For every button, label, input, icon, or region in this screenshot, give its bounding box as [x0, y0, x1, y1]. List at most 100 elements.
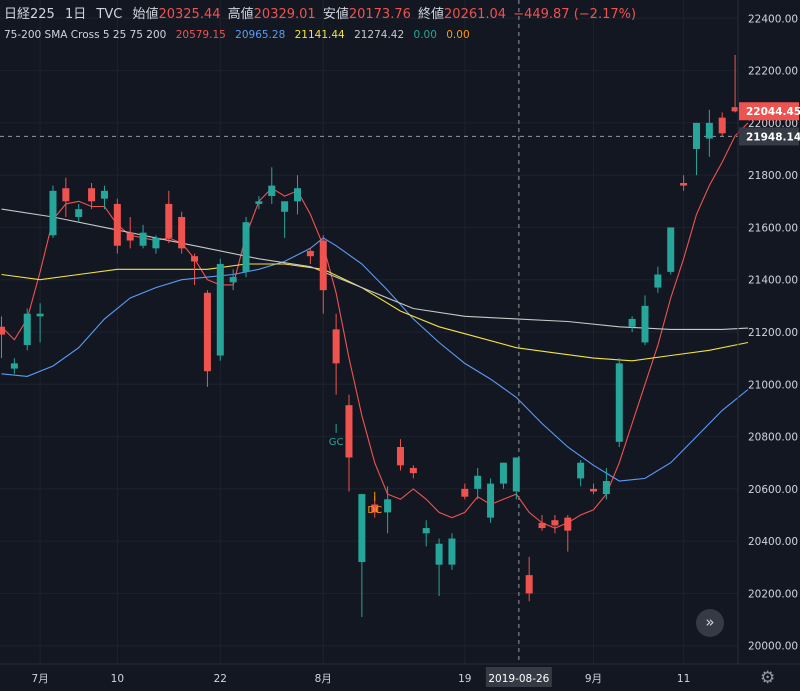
candle	[62, 177, 70, 217]
candle-body	[36, 313, 44, 317]
candle-body	[165, 203, 173, 238]
interval-label[interactable]: 1日	[65, 7, 86, 22]
candle	[152, 235, 160, 254]
time-axis: 7月 10 22 8月 19 9月 11 2019-08-26	[0, 663, 800, 687]
candle	[49, 185, 57, 238]
candle	[229, 269, 237, 291]
candle-body	[178, 216, 186, 249]
price-tick-label: 21600.00	[748, 222, 798, 234]
double-chevron-right-icon[interactable]: »	[696, 609, 724, 637]
time-tick-label: 19	[458, 673, 471, 685]
indicator-value-3: 21141.44	[294, 29, 345, 41]
candle-body	[268, 185, 276, 197]
candle-body	[590, 488, 598, 492]
candle-body	[319, 240, 327, 291]
candle	[615, 358, 623, 448]
symbol-name[interactable]: 日経225	[4, 7, 55, 22]
open-label: 始値	[132, 7, 159, 22]
candle	[590, 483, 598, 495]
candle-body	[23, 313, 31, 346]
candle-body	[332, 329, 340, 364]
candle-body	[139, 232, 147, 246]
candle	[203, 290, 211, 387]
candle-body	[602, 481, 610, 495]
candle	[628, 316, 636, 332]
change-value: −449.87 (−2.17%)	[513, 7, 637, 22]
candle	[216, 258, 224, 361]
sma-line-sma-5	[1, 122, 749, 529]
candle-body	[0, 326, 5, 335]
indicator-legend[interactable]: 75-200 SMA Cross 5 25 75 200 20579.15 20…	[4, 29, 470, 41]
candle-body	[680, 182, 688, 186]
annotation-label: GC	[329, 437, 344, 448]
time-tick-label: 7月	[32, 673, 49, 685]
candle	[242, 216, 250, 278]
candle	[100, 185, 108, 210]
candle	[525, 556, 533, 602]
candle-body	[113, 203, 121, 246]
price-chart[interactable]: GCDC 22400.0022200.0022000.0021800.00216…	[0, 0, 800, 691]
indicator-value-6: 0.00	[446, 29, 470, 41]
price-tick-label: 21400.00	[748, 275, 798, 287]
candle	[409, 465, 417, 479]
candle-body	[126, 232, 134, 241]
candle-body	[358, 494, 366, 563]
candle-body	[281, 201, 289, 212]
high-label: 高値	[227, 7, 254, 22]
candle-body	[654, 274, 662, 288]
price-axis: 22400.0022200.0022000.0021800.0021600.00…	[737, 0, 800, 664]
candle	[705, 109, 713, 157]
candle-body	[49, 190, 57, 236]
candle-body	[306, 250, 314, 257]
price-tick-label: 20200.00	[748, 588, 798, 600]
candle-body	[718, 117, 726, 134]
candle	[512, 457, 520, 500]
candle	[448, 533, 456, 570]
candle	[564, 514, 572, 552]
sma-line-sma-75	[1, 263, 749, 362]
candle-body	[577, 462, 585, 479]
candle-body	[422, 528, 430, 534]
candle-body	[435, 543, 443, 565]
candle	[538, 514, 546, 531]
low-value: 20173.76	[348, 7, 411, 22]
price-tick-label: 20000.00	[748, 641, 798, 653]
candle	[332, 313, 340, 395]
candle	[165, 190, 173, 244]
candle-body	[88, 188, 96, 202]
candle	[294, 175, 302, 215]
indicator-value-5: 0.00	[413, 29, 437, 41]
indicator-name[interactable]: 75-200 SMA Cross 5 25 75 200	[4, 29, 166, 41]
annotation-label: DC	[367, 505, 382, 516]
candle-body	[487, 483, 495, 518]
price-tick-label: 22200.00	[748, 66, 798, 78]
candle-body	[512, 457, 520, 492]
last-price-label: 22044.45	[746, 106, 800, 118]
candle-body	[628, 318, 636, 327]
gear-icon[interactable]: ⚙	[760, 668, 775, 688]
candle-body	[242, 222, 250, 272]
price-tick-label: 22400.00	[748, 13, 798, 25]
low-label: 安値	[322, 7, 349, 22]
candle	[113, 198, 121, 254]
candle-body	[538, 522, 546, 529]
time-tick-label: 11	[677, 673, 690, 685]
candle-body	[461, 488, 469, 497]
candle-body	[551, 520, 559, 526]
open-value: 20325.44	[158, 7, 221, 22]
cross-annotations: GC DC	[329, 423, 382, 516]
candle-body	[615, 363, 623, 442]
candle-body	[705, 122, 713, 139]
candle-body	[409, 467, 417, 474]
candle-body	[396, 447, 404, 466]
candle-body	[384, 499, 392, 513]
candle	[667, 227, 675, 275]
ohlc-legend: 日経225 1日 TVC 始値20325.44 高値20329.01 安値201…	[4, 3, 636, 22]
candle	[461, 483, 469, 500]
candle-body	[448, 538, 456, 565]
candle-body	[100, 190, 108, 199]
candle-body	[152, 237, 160, 249]
candle-body	[216, 264, 224, 356]
candle	[422, 520, 430, 547]
candle-body	[641, 305, 649, 343]
